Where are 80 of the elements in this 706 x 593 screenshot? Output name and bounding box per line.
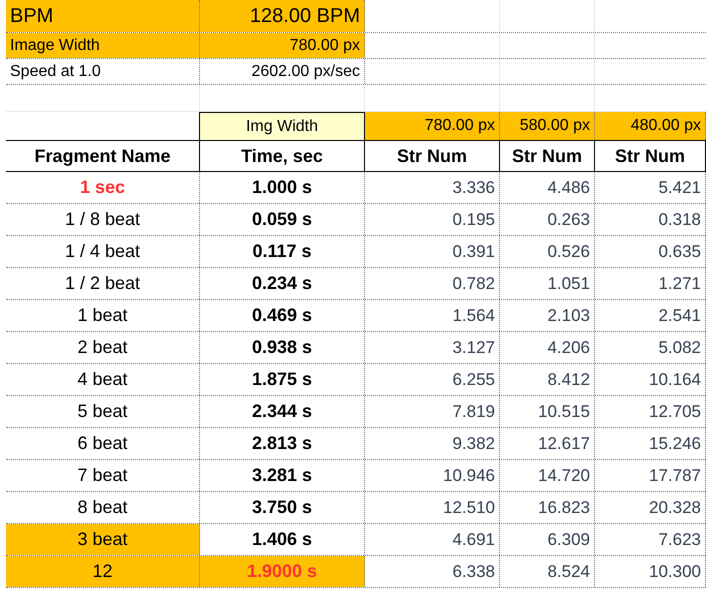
table-cell: 2.541 bbox=[595, 300, 706, 331]
column-header: Time, sec bbox=[200, 141, 365, 171]
table-cell: 1.051 bbox=[500, 268, 595, 299]
column-header: Fragment Name bbox=[6, 141, 200, 171]
table-cell: 2 beat bbox=[6, 332, 200, 363]
table-cell: 10.946 bbox=[365, 460, 500, 491]
table-cell: 1 / 2 beat bbox=[6, 268, 200, 299]
table-cell: 0.391 bbox=[365, 236, 500, 267]
table-cell: 10.515 bbox=[500, 396, 595, 427]
table-cell: 6.338 bbox=[365, 556, 500, 587]
table-cell: Speed at 1.0 bbox=[6, 59, 200, 84]
table-cell: 6.309 bbox=[500, 524, 595, 555]
table-cell: 3 beat bbox=[6, 524, 200, 555]
table-cell: 4.486 bbox=[500, 172, 595, 203]
table-cell: BPM bbox=[6, 0, 200, 32]
table-cell: 7 beat bbox=[6, 460, 200, 491]
table-cell: 0.263 bbox=[500, 204, 595, 235]
table-cell: 0.195 bbox=[365, 204, 500, 235]
table-cell: 5 beat bbox=[6, 396, 200, 427]
table-cell: 1.564 bbox=[365, 300, 500, 331]
table-cell: 1 beat bbox=[6, 300, 200, 331]
table-cell: 1 sec bbox=[6, 172, 200, 203]
table-cell: 9.382 bbox=[365, 428, 500, 459]
table-cell: Img Width bbox=[200, 112, 365, 140]
table-cell: 1.875 s bbox=[200, 364, 365, 395]
table-cell: 4 beat bbox=[6, 364, 200, 395]
table-cell: 3.127 bbox=[365, 332, 500, 363]
table-cell: 7.623 bbox=[595, 524, 706, 555]
table-cell: 0.234 s bbox=[200, 268, 365, 299]
table-cell: 0.526 bbox=[500, 236, 595, 267]
table-cell: 1.271 bbox=[595, 268, 706, 299]
table-cell: 12 bbox=[6, 556, 200, 587]
table-cell: 15.246 bbox=[595, 428, 706, 459]
table-cell: 1.9000 s bbox=[200, 556, 365, 587]
table-cell: 480.00 px bbox=[595, 112, 706, 140]
table-cell: 20.328 bbox=[595, 492, 706, 523]
table-cell: 3.281 s bbox=[200, 460, 365, 491]
table-cell: 780.00 px bbox=[200, 33, 365, 58]
table-cell: 14.720 bbox=[500, 460, 595, 491]
table-cell: 2.103 bbox=[500, 300, 595, 331]
table-cell: 0.318 bbox=[595, 204, 706, 235]
table-cell: 2.813 s bbox=[200, 428, 365, 459]
table-cell: 1.406 s bbox=[200, 524, 365, 555]
table-cell: 8.412 bbox=[500, 364, 595, 395]
table-cell: 1 / 4 beat bbox=[6, 236, 200, 267]
column-header: Str Num bbox=[500, 141, 595, 171]
table-cell: 3.750 s bbox=[200, 492, 365, 523]
table-cell: 5.421 bbox=[595, 172, 706, 203]
table-cell: Image Width bbox=[6, 33, 200, 58]
table-cell: 580.00 px bbox=[500, 112, 595, 140]
table-cell: 128.00 BPM bbox=[200, 0, 365, 32]
table-cell: 0.117 s bbox=[200, 236, 365, 267]
table-cell: 4.206 bbox=[500, 332, 595, 363]
table-cell: 0.469 s bbox=[200, 300, 365, 331]
table-cell: 1.000 s bbox=[200, 172, 365, 203]
table-cell: 12.617 bbox=[500, 428, 595, 459]
table-cell: 17.787 bbox=[595, 460, 706, 491]
table-cell: 5.082 bbox=[595, 332, 706, 363]
table-cell: 1 / 8 beat bbox=[6, 204, 200, 235]
table-cell: 6 beat bbox=[6, 428, 200, 459]
table-cell: 10.164 bbox=[595, 364, 706, 395]
table-cell: 7.819 bbox=[365, 396, 500, 427]
table-cell: 12.510 bbox=[365, 492, 500, 523]
table-cell: 16.823 bbox=[500, 492, 595, 523]
table-cell: 12.705 bbox=[595, 396, 706, 427]
table-cell: 2602.00 px/sec bbox=[200, 59, 365, 84]
table-cell: 10.300 bbox=[595, 556, 706, 587]
table-cell: 0.635 bbox=[595, 236, 706, 267]
table-cell: 2.344 s bbox=[200, 396, 365, 427]
table-cell: 0.059 s bbox=[200, 204, 365, 235]
table-cell: 8.524 bbox=[500, 556, 595, 587]
column-header: Str Num bbox=[365, 141, 500, 171]
table-cell: 780.00 px bbox=[365, 112, 500, 140]
column-header: Str Num bbox=[595, 141, 706, 171]
table-cell: 4.691 bbox=[365, 524, 500, 555]
table-cell: 0.782 bbox=[365, 268, 500, 299]
table-cell: 0.938 s bbox=[200, 332, 365, 363]
table-cell: 6.255 bbox=[365, 364, 500, 395]
table-cell: 3.336 bbox=[365, 172, 500, 203]
table-cell: 8 beat bbox=[6, 492, 200, 523]
